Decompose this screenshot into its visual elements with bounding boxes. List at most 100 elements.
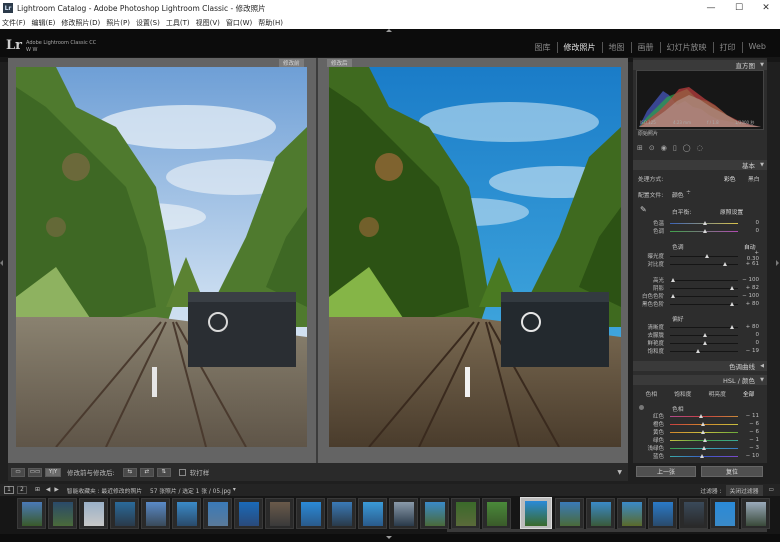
filmstrip-thumbnail[interactable] <box>110 498 139 529</box>
hsl-tab-all[interactable]: 全部 <box>743 389 755 398</box>
filmstrip-thumbnail[interactable] <box>17 498 46 529</box>
profile-dropdown-icon[interactable]: ÷ <box>686 190 691 196</box>
module-book[interactable]: 画册 <box>630 42 660 53</box>
slider-value[interactable]: + 61 <box>741 261 759 267</box>
filmstrip-thumbnail[interactable] <box>327 498 356 529</box>
slider-hue-green[interactable]: 绿色 − 1 <box>637 436 761 444</box>
hsl-header[interactable]: HSL / 颜色 ▼ <box>633 375 767 385</box>
treatment-color-option[interactable]: 彩色 <box>724 174 736 183</box>
collapse-triangle-icon[interactable] <box>386 536 392 539</box>
adjustment-brush-icon[interactable]: ◌ <box>697 144 703 152</box>
close-button[interactable]: ✕ <box>752 0 780 16</box>
menu-window[interactable]: 窗口(W) <box>226 18 252 28</box>
module-slideshow[interactable]: 幻灯片放映 <box>659 42 713 53</box>
slider-value[interactable]: − 100 <box>741 277 759 283</box>
menu-photo[interactable]: 照片(P) <box>106 18 130 28</box>
collapse-triangle-icon[interactable]: ▼ <box>760 377 764 383</box>
filmstrip-thumbnail[interactable] <box>741 498 770 529</box>
filmstrip-thumbnail[interactable] <box>451 498 480 529</box>
filmstrip-thumbnail-selected[interactable] <box>520 497 552 529</box>
menu-settings[interactable]: 设置(S) <box>136 18 160 28</box>
slider-value[interactable]: + 82 <box>741 285 759 291</box>
radial-filter-icon[interactable]: ◯ <box>683 144 691 152</box>
filmstrip-thumbnail[interactable] <box>358 498 387 529</box>
tone-curve-header[interactable]: 色调曲线 ◀ <box>633 361 767 371</box>
hsl-tab-saturation[interactable]: 饱和度 <box>674 389 691 398</box>
slider-value[interactable]: + 80 <box>741 301 759 307</box>
slider-value[interactable]: − 6 <box>741 429 759 435</box>
module-develop[interactable]: 修改照片 <box>556 42 602 53</box>
before-photo[interactable] <box>16 67 307 447</box>
filmstrip-thumbnail[interactable] <box>234 498 263 529</box>
profile-value[interactable]: 颜色 <box>672 190 684 199</box>
filter-dropdown[interactable]: 关闭过滤器 <box>725 484 763 496</box>
hsl-tab-hue[interactable]: 色相 <box>645 389 657 398</box>
filmstrip-thumbnail[interactable] <box>265 498 294 529</box>
filmstrip-thumbnail[interactable] <box>420 498 449 529</box>
slider-dehaze[interactable]: 去朦胧 0 <box>637 331 761 339</box>
slider-temperature[interactable]: 色温 0 <box>637 219 761 227</box>
filmstrip-thumbnail[interactable] <box>482 498 511 529</box>
slider-hue-yellow[interactable]: 黄色 − 6 <box>637 428 761 436</box>
forward-arrow-icon[interactable]: ▶ <box>54 487 58 493</box>
slider-contrast[interactable]: 对比度 + 61 <box>637 260 761 268</box>
slider-highlights[interactable]: 高光 − 100 <box>637 276 761 284</box>
slider-exposure[interactable]: 曝光度 + 0.30 <box>637 250 761 262</box>
slider-hue-orange[interactable]: 橙色 − 6 <box>637 420 761 428</box>
slider-saturation[interactable]: 饱和度 − 19 <box>637 347 761 355</box>
slider-vibrance[interactable]: 鲜艳度 0 <box>637 339 761 347</box>
filmstrip-scrollbar[interactable] <box>447 529 767 532</box>
slider-value[interactable]: − 10 <box>741 453 759 459</box>
filmstrip-thumbnail[interactable] <box>79 498 108 529</box>
slider-shadows[interactable]: 阴影 + 82 <box>637 284 761 292</box>
crop-tool-icon[interactable]: ⊞ <box>637 144 643 152</box>
spot-removal-icon[interactable]: ⊙ <box>649 144 655 152</box>
maximize-button[interactable]: ☐ <box>725 0 753 16</box>
filmstrip-thumbnail[interactable] <box>648 498 677 529</box>
slider-value[interactable]: 0 <box>741 340 760 346</box>
slider-hue-red[interactable]: 红色 − 11 <box>637 412 761 420</box>
right-panel-toggle-icon[interactable] <box>776 260 779 266</box>
source-dropdown-icon[interactable]: ▾ <box>233 487 236 493</box>
compare-view-button[interactable]: ▭▭ <box>28 467 42 477</box>
filmstrip-thumbnail[interactable] <box>296 498 325 529</box>
toolbar-menu-icon[interactable]: ▼ <box>617 469 622 476</box>
collapse-triangle-icon[interactable]: ◀ <box>760 363 764 369</box>
graduated-filter-icon[interactable]: ▯ <box>673 144 677 152</box>
slider-hue-blue[interactable]: 蓝色 − 10 <box>637 452 761 460</box>
module-library[interactable]: 图库 <box>529 42 557 53</box>
bottom-panel-toggle-strip[interactable] <box>0 534 780 542</box>
hsl-tab-luminance[interactable]: 明亮度 <box>708 389 725 398</box>
slider-value[interactable]: 0 <box>741 332 760 338</box>
menu-help[interactable]: 帮助(H) <box>258 18 283 28</box>
page-2-button[interactable]: 2 <box>17 486 27 494</box>
filmstrip-thumbnail[interactable] <box>586 498 615 529</box>
collapse-triangle-icon[interactable]: ▼ <box>760 62 764 68</box>
previous-button[interactable]: 上一张 <box>636 466 696 477</box>
menu-edit[interactable]: 编辑(E) <box>32 18 56 28</box>
yy-view-button[interactable]: Y|Y <box>45 467 61 477</box>
slider-value[interactable]: − 100 <box>741 293 759 299</box>
slider-value[interactable]: 0 <box>741 220 760 226</box>
module-map[interactable]: 地图 <box>601 42 631 53</box>
after-photo[interactable] <box>329 67 621 447</box>
wb-eyedropper-icon[interactable]: ✎ <box>640 205 650 215</box>
slider-whites[interactable]: 白色色阶 − 100 <box>637 292 761 300</box>
slider-blacks[interactable]: 黑色色阶 + 80 <box>637 300 761 308</box>
slider-hue-aqua[interactable]: 浅绿色 − 3 <box>637 444 761 452</box>
left-panel-toggle-icon[interactable] <box>0 260 3 266</box>
swap-button[interactable]: ⇅ <box>156 467 171 477</box>
histogram-header[interactable]: 直方图 ▼ <box>633 60 767 70</box>
module-web[interactable]: Web <box>741 42 772 53</box>
basic-header[interactable]: 基本 ▼ <box>633 160 767 170</box>
menu-file[interactable]: 文件(F) <box>2 18 26 28</box>
filter-lock-icon[interactable]: ▭ <box>769 487 774 493</box>
reset-button[interactable]: 复位 <box>701 466 763 477</box>
filmstrip-thumbnail[interactable] <box>710 498 739 529</box>
histogram[interactable]: ISO 125 4.23 mm f / 1.8 1/3000 秒 <box>636 70 764 130</box>
slider-value[interactable]: − 6 <box>741 421 759 427</box>
menu-tools[interactable]: 工具(T) <box>166 18 190 28</box>
filmstrip-thumbnail[interactable] <box>679 498 708 529</box>
collapse-triangle-icon[interactable]: ▼ <box>760 162 764 168</box>
menu-view[interactable]: 视图(V) <box>196 18 220 28</box>
